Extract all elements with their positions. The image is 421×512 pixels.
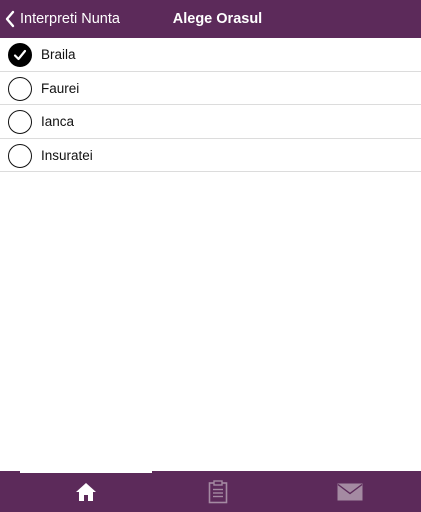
city-row-insuratei[interactable]: Insuratei [0,139,421,172]
home-icon [76,482,96,501]
city-label: Insuratei [41,147,93,163]
bottom-tab-bar [0,471,421,512]
top-navigation-bar: Interpreti Nunta Alege Orasul [0,0,421,38]
app-screen: Interpreti Nunta Alege Orasul Braila Fau… [0,0,421,512]
city-label: Braila [41,47,76,63]
checkmark-icon [13,49,27,61]
radio-unchecked-icon[interactable] [8,76,32,101]
radio-checked-icon[interactable] [8,43,32,67]
city-row-braila[interactable]: Braila [0,38,421,72]
tab-clipboard[interactable] [148,471,288,512]
envelope-icon [337,483,363,500]
tab-messages[interactable] [280,471,420,512]
city-list: Braila Faurei Ianca Insuratei [0,38,421,172]
city-row-ianca[interactable]: Ianca [0,105,421,139]
tab-home[interactable] [16,471,156,512]
city-label: Faurei [41,80,80,96]
page-title: Alege Orasul [172,11,263,27]
clipboard-icon [208,479,228,503]
city-row-faurei[interactable]: Faurei [0,72,421,105]
radio-unchecked-icon[interactable] [8,110,32,134]
city-label: Ianca [41,114,75,130]
radio-unchecked-icon[interactable] [8,143,32,168]
